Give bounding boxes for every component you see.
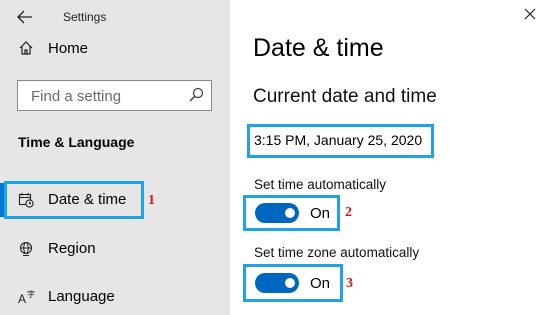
- set-timezone-auto-label: Set time zone automatically: [254, 245, 420, 260]
- search-box[interactable]: [17, 80, 212, 111]
- back-button[interactable]: [14, 7, 36, 27]
- set-time-auto-toggle[interactable]: [255, 203, 299, 223]
- language-icon: A 字: [18, 289, 36, 310]
- sidebar-item-region[interactable]: Region: [0, 235, 230, 263]
- search-icon[interactable]: [188, 87, 204, 108]
- toggle-knob: [285, 208, 295, 218]
- back-arrow-icon: [17, 10, 32, 24]
- annotation-marker-1: 1: [148, 193, 155, 208]
- set-timezone-auto-state: On: [310, 275, 331, 292]
- current-datetime: 3:15 PM, January 25, 2020: [254, 132, 423, 148]
- home-icon: [18, 40, 34, 61]
- sidebar-item-label: Home: [48, 40, 89, 57]
- close-icon: [524, 8, 536, 20]
- title-bar: Settings: [0, 0, 230, 34]
- sidebar-item-label: Language: [48, 288, 115, 305]
- annotation-marker-2: 2: [345, 205, 352, 220]
- sidebar: Settings Home Time & Language: [0, 0, 230, 315]
- section-heading: Time & Language: [18, 134, 135, 150]
- page-title: Date & time: [253, 34, 384, 62]
- close-button[interactable]: [522, 6, 538, 22]
- set-time-auto-state: On: [310, 205, 331, 222]
- app-title: Settings: [63, 10, 107, 24]
- svg-text:字: 字: [27, 289, 35, 299]
- set-time-auto-label: Set time automatically: [254, 177, 387, 192]
- sidebar-item-home[interactable]: Home: [0, 36, 230, 62]
- search-input[interactable]: [29, 87, 183, 106]
- annotation-marker-3: 3: [346, 276, 353, 291]
- svg-text:A: A: [18, 292, 26, 305]
- region-icon: [18, 241, 34, 262]
- highlight-box-date-time: [4, 181, 144, 219]
- toggle-knob: [285, 278, 295, 288]
- sidebar-item-language[interactable]: A 字 Language: [0, 283, 230, 311]
- set-timezone-auto-toggle[interactable]: [255, 273, 299, 293]
- section-subheading: Current date and time: [253, 86, 437, 107]
- sidebar-item-label: Region: [48, 240, 96, 257]
